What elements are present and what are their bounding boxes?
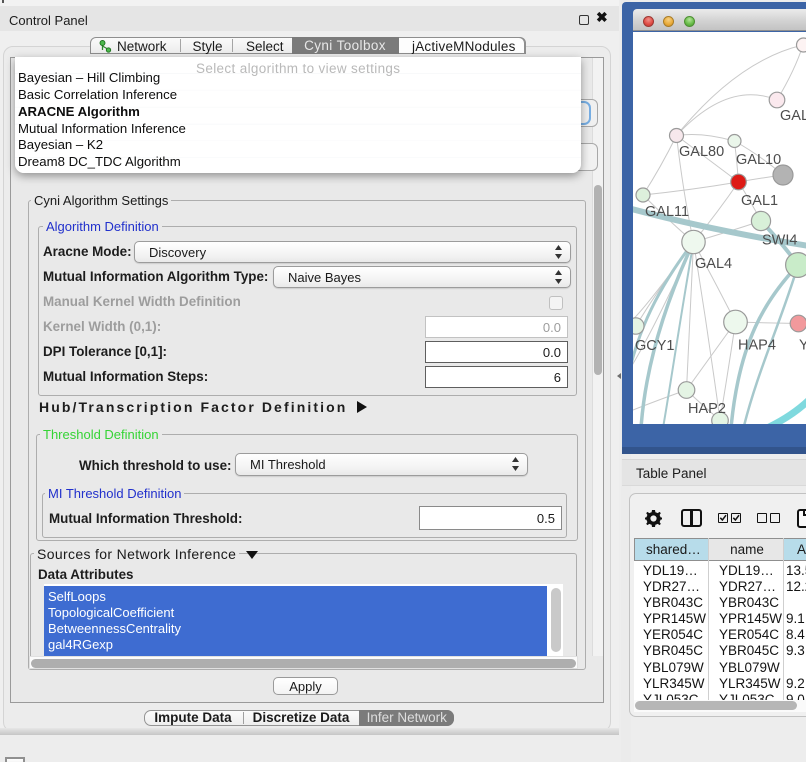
svg-text:GCY1: GCY1	[635, 338, 675, 354]
svg-text:GAL1: GAL1	[741, 193, 778, 209]
svg-text:HAP2: HAP2	[688, 401, 726, 417]
svg-text:GAL10: GAL10	[736, 152, 781, 168]
svg-text:SWI4: SWI4	[762, 233, 797, 249]
svg-text:GAL80: GAL80	[679, 144, 724, 160]
svg-text:HAP4: HAP4	[738, 338, 776, 354]
svg-text:GAL11: GAL11	[645, 204, 689, 220]
svg-text:YM: YM	[799, 338, 806, 354]
svg-text:GAL4: GAL4	[695, 256, 732, 272]
svg-text:GAL7: GAL7	[780, 108, 806, 124]
